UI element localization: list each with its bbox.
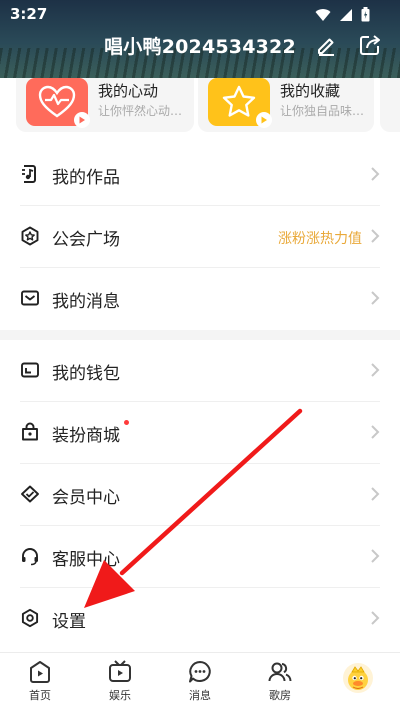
chat-bubble-icon [189, 661, 211, 683]
card-next-partial[interactable] [380, 78, 400, 132]
notification-dot [124, 420, 129, 425]
menu-item-my-messages[interactable]: 我的消息 [0, 268, 400, 330]
settings-gear-icon [21, 608, 39, 628]
menu-label: 会员中心 [52, 488, 120, 508]
chevron-right-icon [371, 167, 380, 181]
menu-item-guild-square[interactable]: 公会广场 涨粉涨热力值 [0, 206, 400, 268]
share-icon[interactable] [358, 33, 382, 57]
status-icons [315, 7, 370, 22]
vip-diamond-icon [21, 485, 39, 503]
card-subtitle: 让你独自品味… [280, 104, 365, 118]
battery-icon [361, 7, 370, 22]
nav-label: 娱乐 [109, 689, 131, 702]
bottom-nav-bar: 首页 娱乐 消息 歌房 [0, 652, 400, 711]
menu-label: 我的钱包 [52, 364, 120, 384]
section-divider [0, 330, 400, 340]
menu-item-vip-center[interactable]: 会员中心 [0, 464, 400, 526]
nav-tab-messages[interactable]: 消息 [170, 659, 230, 703]
guild-hexagon-icon [21, 226, 39, 246]
nav-label: 首页 [29, 689, 51, 702]
menu-item-dressup-shop[interactable]: 装扮商城 [0, 402, 400, 464]
menu-item-my-works[interactable]: 我的作品 [0, 144, 400, 206]
home-play-icon [30, 661, 50, 683]
nav-label: 歌房 [269, 689, 291, 702]
chevron-right-icon [371, 487, 380, 501]
card-my-favorites[interactable]: 我的收藏 让你独自品味… [198, 78, 374, 132]
status-time: 3:27 [10, 5, 48, 23]
username-title[interactable]: 唱小鸭2024534322 [0, 32, 400, 59]
guild-promo-text: 涨粉涨热力值 [278, 231, 362, 247]
status-bar: 3:27 [0, 0, 400, 28]
menu-item-customer-service[interactable]: 客服中心 [0, 526, 400, 588]
menu-label: 我的消息 [52, 292, 120, 312]
favorites-cards-row: 我的心动 让你怦然心动… 我的收藏 让你独自品味… [0, 78, 400, 140]
duck-avatar-icon [348, 666, 368, 690]
mail-icon [21, 290, 39, 306]
nav-tab-profile[interactable] [343, 663, 373, 693]
card-my-likes[interactable]: 我的心动 让你怦然心动… [16, 78, 194, 132]
group-people-icon [268, 662, 292, 682]
nav-tab-song-room[interactable]: 歌房 [250, 659, 310, 703]
chevron-right-icon [371, 611, 380, 625]
music-doc-icon [22, 165, 36, 183]
play-icon [261, 116, 267, 124]
play-icon [79, 116, 85, 124]
wallet-icon [21, 362, 39, 378]
wifi-icon [315, 8, 331, 21]
profile-header: 3:27 唱小鸭2024534322 [0, 0, 400, 78]
card-title: 我的心动 [98, 82, 159, 100]
nav-label: 消息 [189, 689, 211, 702]
menu-label: 客服中心 [52, 550, 120, 570]
chevron-right-icon [371, 425, 380, 439]
nav-tab-entertainment[interactable]: 娱乐 [90, 659, 150, 703]
card-thumb-favorites [208, 78, 272, 128]
card-title: 我的收藏 [280, 82, 341, 100]
edit-pen-icon[interactable] [314, 33, 338, 57]
menu-label: 我的作品 [52, 168, 120, 188]
chevron-right-icon [371, 229, 380, 243]
card-thumb-likes [26, 78, 90, 128]
signal-icon [340, 8, 352, 21]
shop-bag-icon [22, 422, 38, 441]
menu-label: 公会广场 [52, 230, 120, 250]
chevron-right-icon [371, 291, 380, 305]
menu-item-settings[interactable]: 设置 [0, 588, 400, 650]
headset-icon [22, 548, 38, 566]
play-badge [74, 112, 90, 128]
menu-label: 装扮商城 [52, 426, 120, 446]
card-subtitle: 让你怦然心动… [98, 104, 183, 118]
menu-item-my-wallet[interactable]: 我的钱包 [0, 340, 400, 402]
tv-icon [109, 660, 131, 682]
chevron-right-icon [371, 363, 380, 377]
menu-label: 设置 [52, 612, 86, 632]
play-badge [256, 112, 272, 128]
nav-tab-home[interactable]: 首页 [10, 659, 70, 703]
chevron-right-icon [371, 549, 380, 563]
